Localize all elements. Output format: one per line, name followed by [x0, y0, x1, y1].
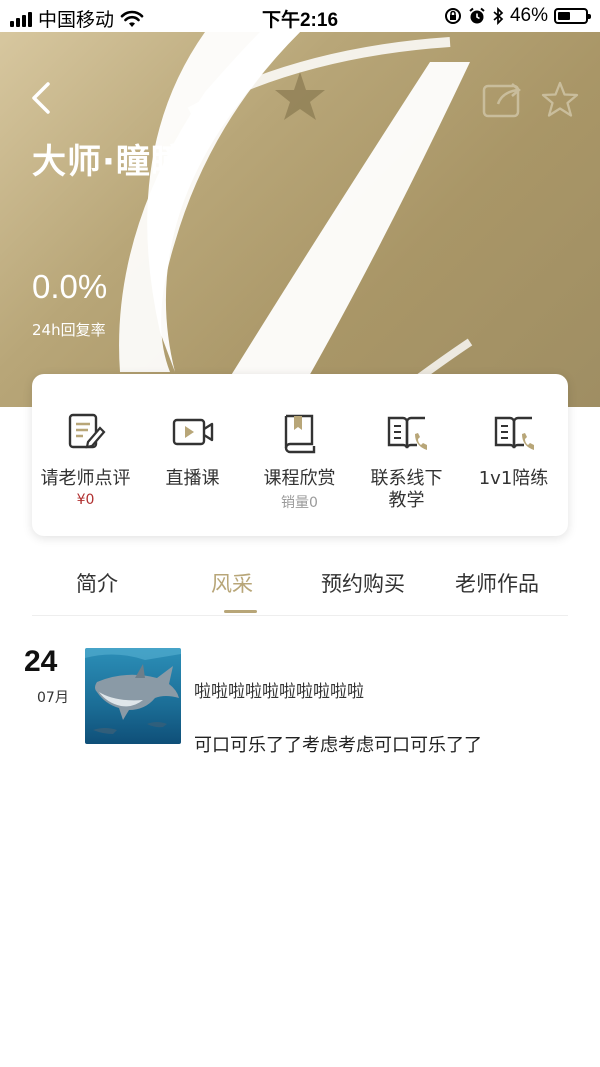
status-right: 46%	[444, 5, 591, 27]
feature-courses[interactable]: 课程欣赏 销量0	[246, 410, 353, 512]
feature-1v1[interactable]: 1v1陪练	[460, 410, 567, 490]
back-icon[interactable]	[24, 78, 58, 118]
tab-intro[interactable]: 简介	[76, 568, 118, 598]
post-month: 07月	[37, 690, 69, 706]
star-icon[interactable]	[540, 80, 580, 120]
video-icon	[172, 418, 213, 446]
reply-rate-value: 0.0%	[32, 268, 108, 305]
feature-offline[interactable]: 联系线下 教学	[353, 410, 460, 512]
share-icon[interactable]	[480, 78, 524, 118]
status-bar: 中国移动 下午2:16 46%	[0, 0, 600, 32]
post-title: 啦啦啦啦啦啦啦啦啦啦	[194, 682, 364, 702]
feature-label: 请老师点评	[40, 468, 131, 489]
feature-review[interactable]: 请老师点评 ¥0	[32, 410, 139, 508]
active-tab-indicator	[224, 610, 257, 613]
tab-style[interactable]: 风采	[211, 568, 253, 598]
alarm-icon	[469, 7, 485, 24]
feature-live[interactable]: 直播课	[139, 410, 246, 490]
feature-label: 1v1陪练	[478, 468, 549, 489]
battery-icon	[554, 8, 591, 24]
post-body: 可口可乐了了考虑考虑可口可乐了了	[194, 735, 482, 756]
book-phone-icon	[387, 416, 427, 450]
reply-rate-label: 24h回复率	[32, 321, 106, 339]
review-icon	[68, 413, 105, 449]
tab-works[interactable]: 老师作品	[455, 568, 539, 598]
teacher-header: 大师·瞳瞳 0.0% 24h回复率	[0, 32, 600, 407]
feature-card: 请老师点评 ¥0 直播课 课程欣赏 销量0 联系线下 教学 1v1陪练	[32, 374, 568, 536]
feature-label: 直播课	[165, 468, 220, 489]
feature-price: ¥0	[76, 492, 95, 508]
bluetooth-icon	[493, 7, 504, 25]
post-image[interactable]	[85, 648, 181, 744]
post-day: 24	[24, 645, 58, 678]
tab-bar: 简介 风采 预约购买 老师作品	[32, 560, 568, 616]
tab-booking[interactable]: 预约购买	[321, 568, 405, 598]
book-icon	[284, 414, 315, 454]
teacher-name: 大师·瞳瞳	[32, 142, 186, 182]
book-phone-icon	[494, 416, 534, 450]
battery-percent: 46%	[509, 5, 548, 26]
rotation-lock-icon	[444, 8, 461, 24]
feature-label: 课程欣赏	[263, 468, 336, 489]
feature-sales: 销量0	[281, 495, 318, 511]
feature-label: 联系线下 教学	[370, 468, 443, 511]
